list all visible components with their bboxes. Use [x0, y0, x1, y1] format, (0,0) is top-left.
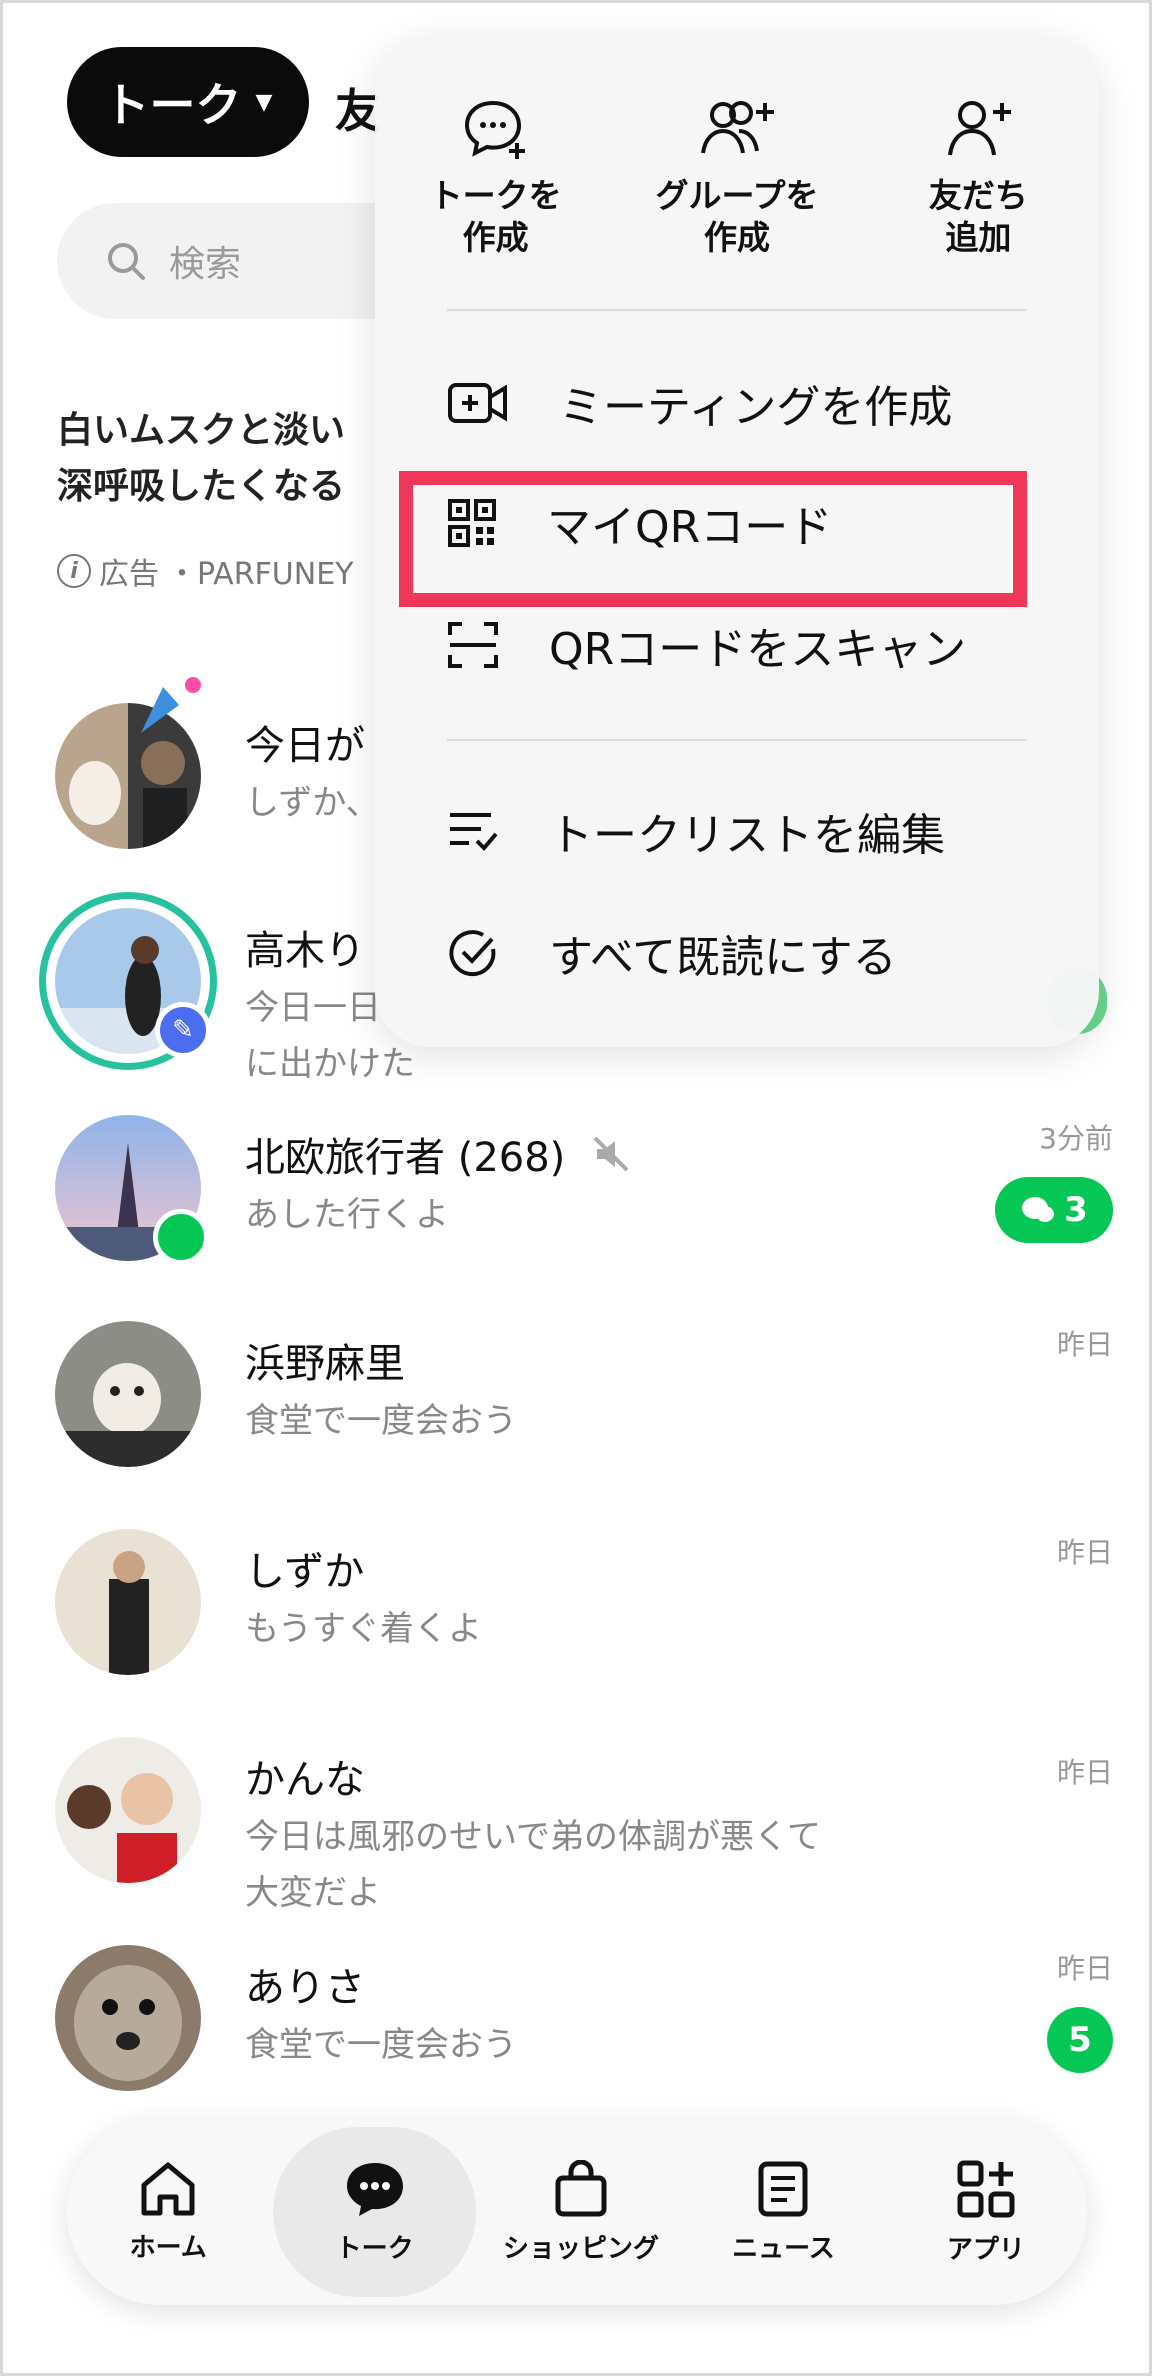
nav-shopping-label: ショッピング — [503, 2233, 660, 2264]
unread-count: 3 — [1064, 1190, 1088, 1230]
menu-item-mark-all-read[interactable]: すべて既読にする — [447, 903, 1047, 1003]
group-plus-icon — [701, 101, 774, 154]
chat-preview: 食堂で一度会おう — [245, 1401, 517, 1441]
talk-icon — [346, 2162, 403, 2216]
ad-sponsor: ・PARFUNEY — [167, 557, 354, 592]
chat-name: 高木り — [245, 928, 365, 974]
nav-home[interactable]: ホーム — [67, 2127, 269, 2297]
chat-name: 北欧旅行者 (268) — [245, 1125, 631, 1183]
chat-row[interactable]: しずか もうすぐ着くよ 昨日 — [3, 1529, 1149, 1719]
chat-name: かんな — [245, 1757, 365, 1803]
chat-name-text: 北欧旅行者 (268) — [245, 1135, 566, 1181]
chat-preview: 今日は風邪のせいで弟の体調が悪くて 大変だよ — [245, 1817, 821, 1913]
unread-badge: 5 — [1047, 2007, 1113, 2073]
screen: トーク ▼ 友 検索 白いムスクと淡い 深呼吸したくなる i 広告 ・PARFU… — [0, 0, 1152, 2376]
menu-item-label: すべて既読にする — [549, 932, 897, 983]
nav-talk-label: トーク — [335, 2233, 414, 2264]
create-talk-button[interactable]: トークを 作成 — [375, 97, 616, 307]
nav-apps[interactable]: アプリ — [885, 2127, 1087, 2297]
chat-plus-icon — [464, 100, 525, 159]
create-group-button[interactable]: グループを 作成 — [616, 97, 857, 307]
avatar — [55, 1529, 201, 1675]
bottom-nav: ホーム トーク ショッピング ニュース アプリ — [67, 2119, 1087, 2305]
menu-item-edit-talk-list[interactable]: トークリストを編集 — [447, 781, 1047, 881]
avatar — [55, 1321, 201, 1467]
talk-tab-label: トーク — [103, 78, 242, 132]
check-circle-icon — [449, 930, 496, 977]
news-icon — [758, 2161, 808, 2216]
talk-tab-selector[interactable]: トーク ▼ — [67, 47, 309, 157]
ad-label: 広告 — [99, 557, 159, 592]
avatar — [55, 1945, 201, 2091]
create-group-label: グループを 作成 — [655, 176, 819, 257]
chat-time: 昨日 — [1056, 1536, 1113, 1569]
menu-item-label: ミーティングを作成 — [559, 382, 953, 433]
menu-divider — [447, 309, 1027, 311]
openchat-icon — [153, 1209, 209, 1265]
nav-news-label: ニュース — [732, 2233, 835, 2264]
chat-preview: 食堂で一度会おう — [245, 2025, 517, 2065]
add-friend-label: 友だち 追加 — [928, 176, 1028, 257]
add-friend-button[interactable]: 友だち 追加 — [858, 97, 1099, 307]
chat-row[interactable]: ありさ 食堂で一度会おう 昨日 5 — [3, 1945, 1149, 2135]
person-plus-icon — [948, 101, 1012, 156]
menu-divider — [447, 739, 1027, 741]
chat-preview: あした行くよ — [245, 1195, 449, 1235]
chat-time: 昨日 — [1056, 1328, 1113, 1361]
chat-bubble-icon — [1022, 1197, 1055, 1222]
highlight-box — [399, 471, 1027, 607]
home-icon — [141, 2162, 195, 2215]
caret-down-icon: ▼ — [255, 89, 273, 115]
info-icon[interactable]: i — [57, 554, 91, 588]
menu-item-label: トークリストを編集 — [549, 810, 945, 861]
unread-badge: 3 — [995, 1177, 1113, 1243]
nav-shopping[interactable]: ショッピング — [480, 2127, 682, 2297]
chat-name: 浜野麻里 — [245, 1341, 405, 1387]
pin-icon: ✎ — [155, 1002, 211, 1058]
nav-apps-label: アプリ — [946, 2234, 1025, 2265]
chat-time: 昨日 — [1056, 1952, 1113, 1985]
menu-item-scan-qr[interactable]: QRコードをスキャン — [447, 595, 1047, 695]
chat-name: ありさ — [245, 1965, 365, 2011]
avatar — [55, 1737, 201, 1883]
menu-item-create-meeting[interactable]: ミーティングを作成 — [447, 353, 1047, 453]
chat-name: しずか — [245, 1549, 365, 1595]
nav-talk[interactable]: トーク — [273, 2127, 476, 2297]
party-hat-icon — [141, 677, 201, 733]
chat-time: 3分前 — [1039, 1122, 1113, 1155]
quick-actions: トークを 作成 グループを 作成 友だち 追加 — [375, 97, 1099, 307]
nav-news[interactable]: ニュース — [682, 2127, 884, 2297]
create-talk-label: トークを 作成 — [429, 176, 562, 257]
nav-home-label: ホーム — [129, 2232, 207, 2263]
chat-name: 今日が — [245, 723, 365, 769]
apps-icon — [957, 2160, 1015, 2217]
chat-row[interactable]: 北欧旅行者 (268) あした行くよ 3分前 3 — [3, 1115, 1149, 1305]
search-placeholder: 検索 — [169, 244, 242, 285]
video-plus-icon — [448, 383, 507, 423]
chat-row[interactable]: 浜野麻里 食堂で一度会おう 昨日 — [3, 1321, 1149, 1511]
mute-icon — [593, 1136, 629, 1172]
chat-row[interactable]: かんな 今日は風邪のせいで弟の体調が悪くて 大変だよ 昨日 — [3, 1737, 1149, 1947]
chat-preview: もうすぐ着くよ — [245, 1609, 482, 1649]
chat-time: 昨日 — [1056, 1756, 1113, 1789]
menu-item-label: QRコードをスキャン — [549, 624, 967, 675]
add-menu-popover: トークを 作成 グループを 作成 友だち 追加 ミーティングを作成 マイQRコー… — [375, 37, 1099, 1047]
scan-icon — [448, 622, 498, 668]
shopping-bag-icon — [555, 2159, 607, 2216]
edit-list-icon — [450, 813, 498, 851]
search-icon — [108, 243, 145, 280]
